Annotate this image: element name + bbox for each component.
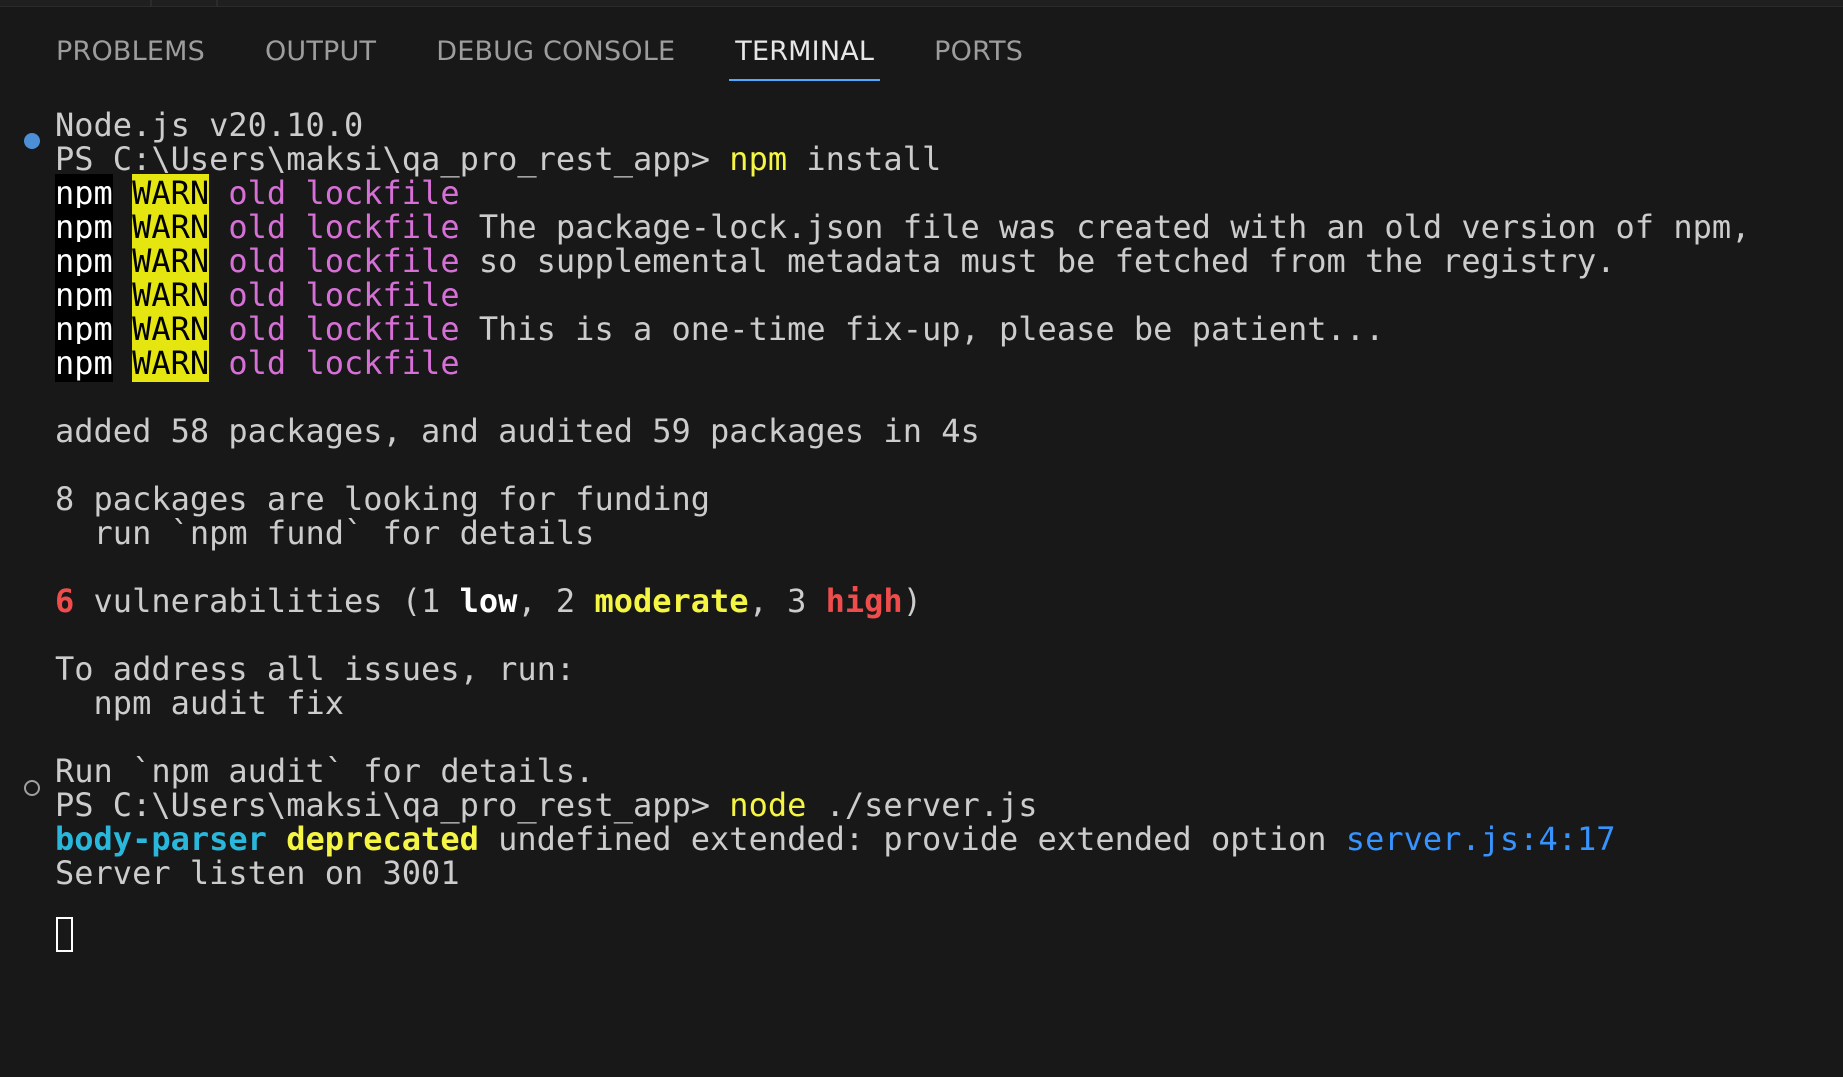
warn-code: lockfile <box>305 344 460 382</box>
terminal-cursor <box>56 917 73 952</box>
tab-debug-console[interactable]: DEBUG CONSOLE <box>430 30 681 81</box>
warn-message: This is a one-time fix-up, please be pat… <box>478 310 1385 348</box>
tab-terminal[interactable]: TERMINAL <box>729 30 881 81</box>
terminal-output[interactable]: Node.js v20.10.0 PS C:\Users\maksi\qa_pr… <box>0 105 1843 1065</box>
terminal-panel: PROBLEMS OUTPUT DEBUG CONSOLE TERMINAL P… <box>0 0 1843 1077</box>
warn-message: so supplemental metadata must be fetched… <box>478 242 1616 280</box>
panel-tab-bar: PROBLEMS OUTPUT DEBUG CONSOLE TERMINAL P… <box>0 30 1843 86</box>
audit-fix-line: npm audit fix <box>55 684 344 722</box>
dep-message: undefined extended: provide extended opt… <box>478 820 1346 858</box>
warn-line: npm WARN old lockfile <box>55 343 479 383</box>
funding-hint-line: run `npm fund` for details <box>55 514 595 552</box>
vuln-text: vulnerabilities (1 <box>74 582 460 620</box>
tab-problems[interactable]: PROBLEMS <box>50 30 211 81</box>
vuln-close: ) <box>902 582 922 620</box>
dep-source-link[interactable]: server.js:4:17 <box>1346 820 1616 858</box>
vuln-low: low <box>459 582 518 620</box>
command-running-decoration[interactable] <box>24 780 40 796</box>
command-args: install <box>787 140 942 178</box>
command-name: npm <box>729 140 788 178</box>
vulnerabilities-line: 6 vulnerabilities (1 low, 2 moderate, 3 … <box>55 581 922 621</box>
install-summary-line: added 58 packages, and audited 59 packag… <box>55 412 980 450</box>
warn-badge: WARN <box>132 344 210 382</box>
vuln-high: high <box>825 582 903 620</box>
command-success-decoration[interactable] <box>24 133 40 149</box>
vuln-moderate: moderate <box>594 582 749 620</box>
vuln-sep: , 3 <box>748 582 826 620</box>
vuln-count: 6 <box>55 582 75 620</box>
warn-code: old <box>228 344 287 382</box>
npm-label: npm <box>55 344 113 382</box>
tab-ports[interactable]: PORTS <box>928 30 1029 81</box>
tab-output[interactable]: OUTPUT <box>259 30 382 81</box>
panel-top-border <box>0 0 1843 7</box>
server-listen-line: Server listen on 3001 <box>55 854 460 892</box>
vuln-sep: , 2 <box>517 582 595 620</box>
